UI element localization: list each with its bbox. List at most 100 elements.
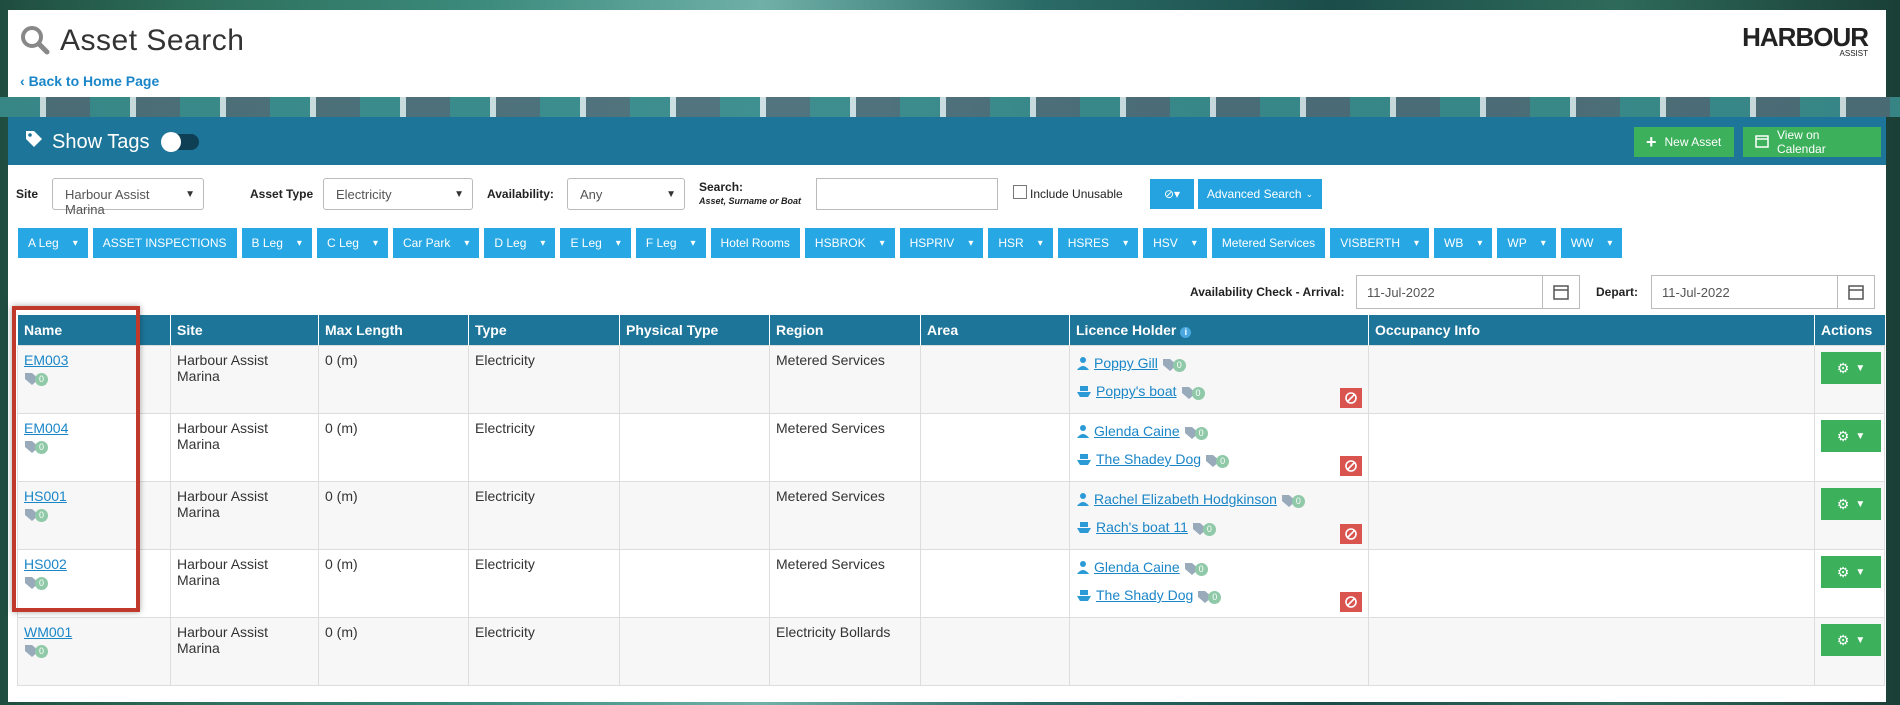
tag-count-indicator[interactable]: 0 — [1281, 494, 1305, 508]
tag-count-indicator[interactable]: 0 — [1162, 358, 1186, 372]
boat-link[interactable]: Rach's boat 11 — [1096, 519, 1188, 535]
actions-dropdown-button[interactable]: ⚙ ▼ — [1821, 420, 1881, 452]
chevron-down-icon[interactable]: ▾ — [1414, 238, 1419, 249]
tag-count-indicator[interactable]: 0 — [24, 440, 48, 454]
tag-filter-button[interactable]: E Leg ▾ — [560, 228, 631, 258]
tag-filter-button[interactable]: VISBERTH ▾ — [1330, 228, 1430, 258]
chevron-down-icon[interactable]: ▾ — [464, 238, 469, 249]
physical-type-cell — [619, 345, 770, 414]
tag-count-badge: 0 — [1216, 454, 1230, 468]
chevron-down-icon[interactable]: ▾ — [1038, 238, 1043, 249]
tag-filter-button[interactable]: A Leg ▾ — [18, 228, 88, 258]
tag-filter-button[interactable]: HSBROK ▾ — [804, 228, 895, 258]
search-hint: Asset, Surname or Boat — [699, 196, 802, 206]
clear-filter-button[interactable]: ⊘▾ — [1150, 179, 1194, 209]
tag-filter-button[interactable]: WP ▾ — [1497, 228, 1556, 258]
advanced-search-button[interactable]: Advanced Search ⌄ — [1198, 179, 1322, 209]
licence-holder-link[interactable]: Rachel Elizabeth Hodgkinson — [1094, 491, 1277, 507]
tag-count-indicator[interactable]: 0 — [1181, 386, 1205, 400]
chevron-down-icon[interactable]: ▾ — [73, 238, 78, 249]
cancel-icon[interactable] — [1340, 524, 1362, 544]
region-cell: Electricity Bollards — [769, 617, 921, 686]
site-cell-value: Harbour Assist Marina — [177, 624, 269, 656]
back-to-home-link[interactable]: ‹ Back to Home Page — [20, 73, 159, 89]
depart-date-value: 11-Jul-2022 — [1662, 285, 1730, 300]
boat-link[interactable]: Poppy's boat — [1096, 383, 1177, 399]
chevron-down-icon[interactable]: ▾ — [1607, 238, 1612, 249]
asset-name-link[interactable]: HS001 — [24, 488, 164, 504]
tag-filter-label: A Leg — [28, 236, 59, 250]
licence-holder-link[interactable]: Poppy Gill — [1094, 355, 1158, 371]
boat-link[interactable]: The Shady Dog — [1096, 587, 1193, 603]
gears-icon: ⚙ — [1836, 631, 1850, 648]
tag-filter-button[interactable]: C Leg ▾ — [316, 228, 388, 258]
tag-filter-button[interactable]: B Leg ▾ — [241, 228, 312, 258]
region-cell-value: Metered Services — [776, 420, 885, 436]
site-select[interactable]: Harbour Assist Marina ▼ — [52, 178, 204, 217]
arrival-date-input[interactable]: 11-Jul-2022 — [1356, 275, 1580, 309]
chevron-down-icon[interactable]: ▾ — [1123, 238, 1128, 249]
asset-name-link[interactable]: HS002 — [24, 556, 164, 572]
search-label: Search: — [699, 180, 744, 194]
tag-filter-button[interactable]: HSV ▾ — [1143, 228, 1207, 258]
chevron-down-icon[interactable]: ▾ — [1541, 238, 1546, 249]
tag-count-indicator[interactable]: 0 — [1184, 562, 1208, 576]
chevron-down-icon[interactable]: ▾ — [540, 238, 545, 249]
tag-count-indicator[interactable]: 0 — [1192, 522, 1216, 536]
asset-name-link[interactable]: EM004 — [24, 420, 164, 436]
calendar-icon[interactable] — [1542, 276, 1579, 308]
new-asset-button[interactable]: + New Asset — [1634, 127, 1734, 157]
tag-filter-button[interactable]: ASSET INSPECTIONS — [92, 228, 237, 258]
cancel-icon[interactable] — [1340, 388, 1362, 408]
asset-type-select[interactable]: Electricity ▼ — [323, 178, 473, 210]
column-header-label: Licence Holder — [1076, 322, 1177, 338]
tag-count-indicator[interactable]: 0 — [1197, 590, 1222, 604]
chevron-down-icon[interactable]: ▾ — [691, 238, 696, 249]
chevron-down-icon[interactable]: ▾ — [880, 238, 885, 249]
boat-link[interactable]: The Shadey Dog — [1096, 451, 1201, 467]
tag-count-indicator[interactable]: 0 — [24, 576, 48, 590]
tag-count-badge: 0 — [35, 576, 48, 590]
calendar-icon[interactable] — [1837, 276, 1874, 308]
actions-dropdown-button[interactable]: ⚙ ▼ — [1821, 488, 1881, 520]
cancel-icon[interactable] — [1340, 456, 1362, 476]
chevron-down-icon[interactable]: ▾ — [616, 238, 621, 249]
availability-select[interactable]: Any ▼ — [567, 178, 685, 210]
tag-count-indicator[interactable]: 0 — [24, 372, 48, 386]
tag-filter-button[interactable]: WW ▾ — [1560, 228, 1623, 258]
tag-count-indicator[interactable]: 0 — [24, 644, 48, 658]
info-icon[interactable]: i — [1180, 327, 1192, 338]
tag-filter-button[interactable]: Hotel Rooms — [710, 228, 800, 258]
view-on-calendar-button[interactable]: View on Calendar — [1743, 127, 1881, 157]
tag-count-indicator[interactable]: 0 — [1184, 426, 1208, 440]
actions-dropdown-button[interactable]: ⚙ ▼ — [1821, 624, 1881, 656]
tag-filter-button[interactable]: HSPRIV ▾ — [899, 228, 984, 258]
tag-filter-button[interactable]: Car Park ▾ — [393, 228, 480, 258]
chevron-down-icon[interactable]: ▾ — [968, 238, 973, 249]
search-input[interactable] — [816, 178, 998, 210]
tag-filter-button[interactable]: WB ▾ — [1434, 228, 1493, 258]
chevron-down-icon[interactable]: ▾ — [1192, 238, 1197, 249]
asset-name-link[interactable]: EM003 — [24, 352, 164, 368]
chevron-down-icon[interactable]: ▾ — [373, 238, 378, 249]
tag-filter-button[interactable]: HSRES ▾ — [1057, 228, 1139, 258]
licence-holder-link[interactable]: Glenda Caine — [1094, 559, 1180, 575]
asset-name-link[interactable]: WM001 — [24, 624, 164, 640]
tag-count-indicator[interactable]: 0 — [24, 508, 48, 522]
cancel-icon[interactable] — [1340, 592, 1362, 612]
tag-filter-button[interactable]: F Leg ▾ — [635, 228, 706, 258]
chevron-down-icon[interactable]: ▾ — [297, 238, 302, 249]
tag-count-indicator[interactable]: 0 — [1205, 454, 1230, 468]
tag-filter-button[interactable]: Metered Services — [1211, 228, 1326, 258]
chevron-down-icon: ▼ — [454, 189, 464, 200]
show-tags-toggle[interactable] — [161, 132, 200, 152]
actions-dropdown-button[interactable]: ⚙ ▼ — [1821, 556, 1881, 588]
depart-date-input[interactable]: 11-Jul-2022 — [1651, 275, 1875, 309]
chevron-down-icon[interactable]: ▾ — [1477, 238, 1482, 249]
site-cell: Harbour Assist Marina — [170, 413, 319, 482]
tag-filter-button[interactable]: HSR ▾ — [988, 228, 1053, 258]
include-unusable-checkbox[interactable] — [1013, 185, 1027, 199]
actions-dropdown-button[interactable]: ⚙ ▼ — [1821, 352, 1881, 384]
licence-holder-link[interactable]: Glenda Caine — [1094, 423, 1180, 439]
tag-filter-button[interactable]: D Leg ▾ — [484, 228, 556, 258]
